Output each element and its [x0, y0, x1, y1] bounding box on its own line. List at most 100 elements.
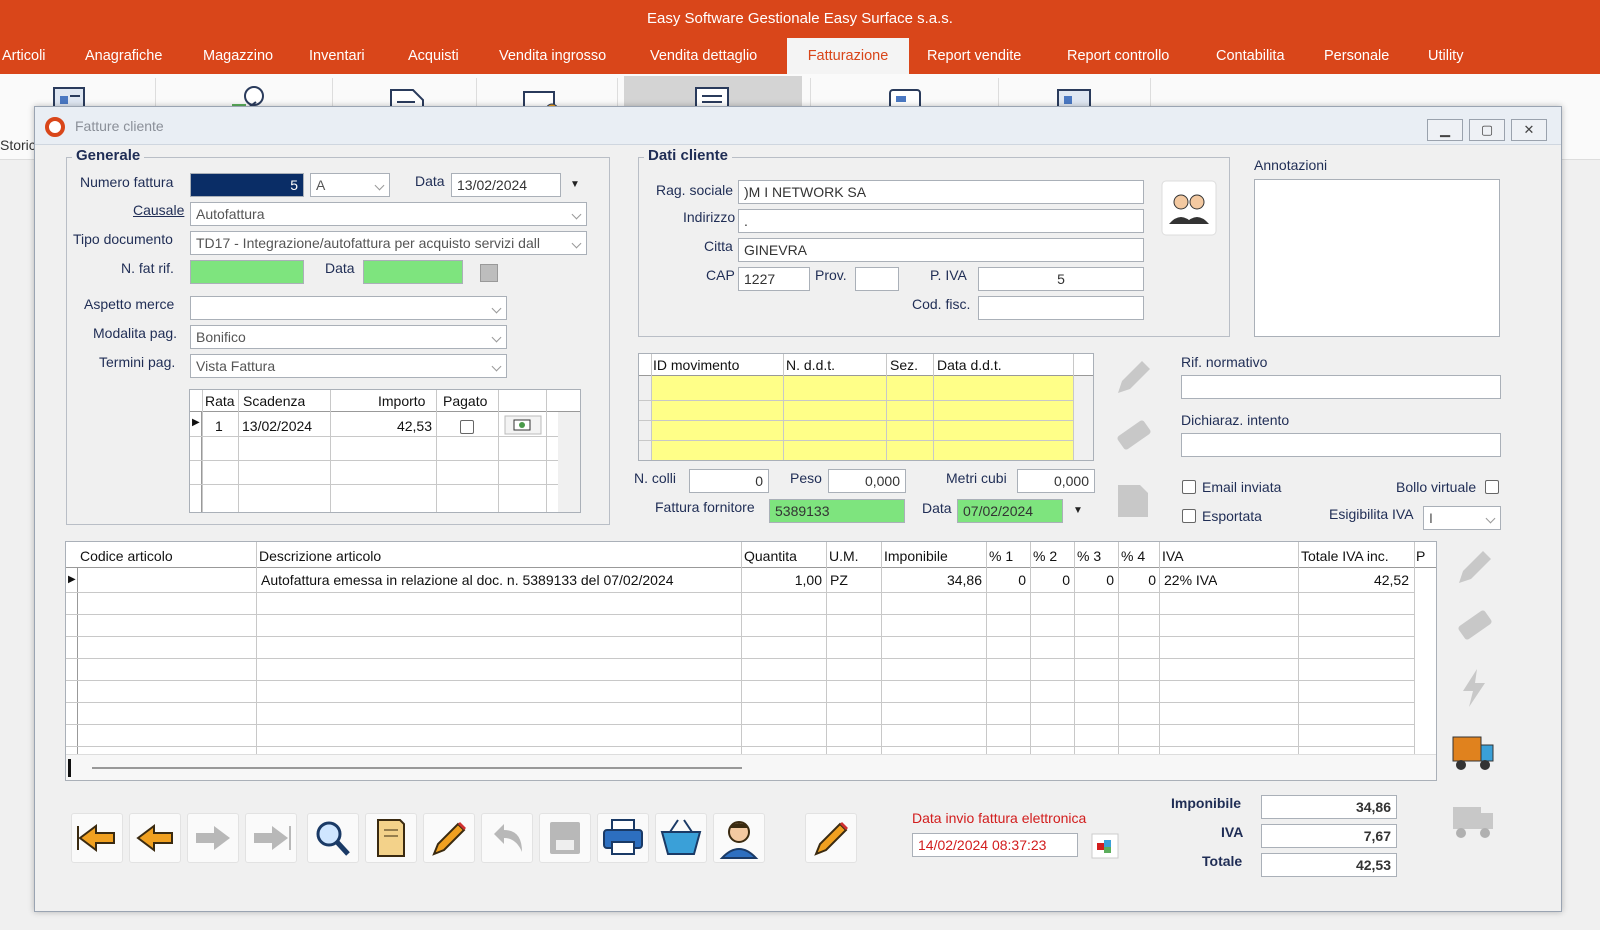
edit-button[interactable] — [423, 813, 475, 863]
horizontal-scrollbar[interactable] — [66, 754, 1436, 780]
art-quantita[interactable]: 1,00 — [744, 572, 822, 588]
serie-select[interactable]: A — [310, 173, 390, 197]
rag-sociale-field[interactable]: )M I NETWORK SA — [738, 180, 1144, 204]
payment-icon[interactable] — [504, 415, 542, 435]
dichiaraz-intento-field[interactable] — [1181, 433, 1501, 457]
menu-report-controllo[interactable]: Report controllo — [1067, 38, 1169, 74]
menu-utility[interactable]: Utility — [1428, 38, 1463, 74]
row-edit-icon[interactable] — [1451, 545, 1497, 591]
art-descrizione[interactable]: Autofattura emessa in relazione al doc. … — [261, 572, 737, 588]
art-p3[interactable]: 0 — [1077, 572, 1114, 588]
tipo-documento-select[interactable]: TD17 - Integrazione/autofattura per acqu… — [190, 231, 587, 255]
nfat-rif-field[interactable] — [190, 260, 304, 284]
termini-pag-label: Termini pag. — [99, 354, 176, 370]
save-button[interactable] — [539, 813, 591, 863]
art-p4[interactable]: 0 — [1121, 572, 1156, 588]
art-p1[interactable]: 0 — [989, 572, 1026, 588]
annotazioni-field[interactable] — [1254, 179, 1500, 337]
menu-vendita-ingrosso[interactable]: Vendita ingrosso — [499, 38, 606, 74]
fornitore-data-field[interactable]: 07/02/2024 — [957, 499, 1063, 523]
art-iva[interactable]: 22% IVA — [1164, 572, 1217, 588]
undo-button[interactable] — [481, 813, 533, 863]
customers-lookup-icon[interactable] — [1161, 180, 1217, 236]
menu-contabilita[interactable]: Contabilita — [1216, 38, 1285, 74]
fattura-fornitore-field[interactable]: 5389133 — [769, 499, 905, 523]
ddt-delete-icon[interactable] — [1110, 413, 1156, 459]
delivery-truck-disabled-icon[interactable] — [1451, 797, 1497, 843]
search-button[interactable] — [307, 813, 359, 863]
rate-grid: Rata Scadenza Importo Pagato ▶ 1 13/02/2… — [189, 389, 581, 513]
prov-field[interactable] — [855, 267, 899, 291]
tipo-documento-label: Tipo documento — [73, 231, 173, 247]
rate-rata[interactable]: 1 — [215, 418, 223, 434]
aspetto-merce-select[interactable] — [190, 296, 507, 320]
menu-magazzino[interactable]: Magazzino — [203, 38, 273, 74]
numero-fattura-field[interactable]: 5 — [190, 173, 304, 197]
modalita-pag-select[interactable]: Bonifico — [190, 325, 507, 349]
data-dropdown-icon[interactable]: ▼ — [563, 173, 587, 197]
esportata-checkbox[interactable] — [1182, 509, 1196, 523]
esigibilita-iva-select[interactable]: I — [1423, 506, 1501, 530]
art-totale[interactable]: 42,52 — [1301, 572, 1409, 588]
calendar-icon[interactable] — [480, 264, 498, 282]
basket-button[interactable] — [655, 813, 707, 863]
data-invio-field[interactable]: 14/02/2024 08:37:23 — [912, 833, 1078, 857]
art-header-totale: Totale IVA inc. — [1301, 548, 1389, 564]
bollo-virtuale-checkbox[interactable] — [1485, 480, 1499, 494]
rate-importo[interactable]: 42,53 — [370, 418, 432, 434]
menu-personale[interactable]: Personale — [1324, 38, 1389, 74]
send-status-icon[interactable] — [1091, 833, 1119, 859]
fornitore-data-dropdown-icon[interactable]: ▼ — [1067, 499, 1089, 523]
iva-total-field: 7,67 — [1261, 824, 1397, 848]
causale-label[interactable]: Causale — [133, 202, 184, 218]
cap-field[interactable]: 1227 — [738, 267, 810, 291]
user-button[interactable] — [713, 813, 765, 863]
indirizzo-field[interactable]: . — [738, 209, 1144, 233]
print-icon — [603, 819, 643, 855]
metri-cubi-field[interactable]: 0,000 — [1017, 469, 1095, 493]
art-p2[interactable]: 0 — [1033, 572, 1070, 588]
causale-select[interactable]: Autofattura — [190, 202, 587, 226]
art-imponibile[interactable]: 34,86 — [884, 572, 982, 588]
close-button[interactable]: ✕ — [1511, 119, 1547, 141]
menu-acquisti[interactable]: Acquisti — [408, 38, 459, 74]
ddt-grid-body[interactable] — [651, 376, 1073, 460]
art-header-p: P — [1416, 548, 1426, 564]
menu-articoli[interactable]: Articoli — [2, 38, 46, 74]
citta-field[interactable]: GINEVRA — [738, 238, 1144, 262]
ddt-import-icon[interactable] — [1110, 477, 1156, 523]
maximize-button[interactable]: ▢ — [1469, 119, 1505, 141]
scrollbar-thumb[interactable] — [92, 767, 742, 769]
menu-anagrafiche[interactable]: Anagrafiche — [85, 38, 162, 74]
menu-report-vendite[interactable]: Report vendite — [927, 38, 1021, 74]
lightning-icon[interactable] — [1451, 665, 1497, 711]
edit-invoice-button[interactable] — [805, 813, 857, 863]
data-rif-field[interactable] — [363, 260, 463, 284]
termini-pag-select[interactable]: Vista Fattura — [190, 354, 507, 378]
rate-scadenza[interactable]: 13/02/2024 — [242, 418, 312, 434]
new-document-button[interactable] — [365, 813, 417, 863]
email-inviata-checkbox[interactable] — [1182, 480, 1196, 494]
rif-normativo-field[interactable] — [1181, 375, 1501, 399]
last-record-button[interactable] — [245, 813, 297, 863]
row-delete-icon[interactable] — [1451, 603, 1497, 649]
rate-pagato-checkbox[interactable] — [460, 420, 474, 434]
cod-fisc-field[interactable] — [978, 296, 1144, 320]
delivery-truck-icon[interactable] — [1451, 729, 1497, 775]
previous-record-button[interactable] — [129, 813, 181, 863]
ddt-header-sez: Sez. — [890, 357, 919, 373]
menu-fatturazione[interactable]: Fatturazione — [787, 38, 909, 74]
print-button[interactable] — [597, 813, 649, 863]
ddt-edit-icon[interactable] — [1110, 355, 1156, 401]
menu-vendita-dettaglio[interactable]: Vendita dettaglio — [650, 38, 757, 74]
ncolli-field[interactable]: 0 — [689, 469, 769, 493]
next-record-button[interactable] — [187, 813, 239, 863]
first-record-button[interactable] — [71, 813, 123, 863]
peso-field[interactable]: 0,000 — [828, 469, 906, 493]
ribbon-storico-label[interactable]: Storic — [0, 137, 36, 153]
menu-inventari[interactable]: Inventari — [309, 38, 365, 74]
art-um[interactable]: PZ — [830, 572, 848, 588]
minimize-button[interactable]: ▁ — [1427, 119, 1463, 141]
data-field[interactable]: 13/02/2024 — [451, 173, 561, 197]
piva-field[interactable]: 5 — [978, 267, 1144, 291]
